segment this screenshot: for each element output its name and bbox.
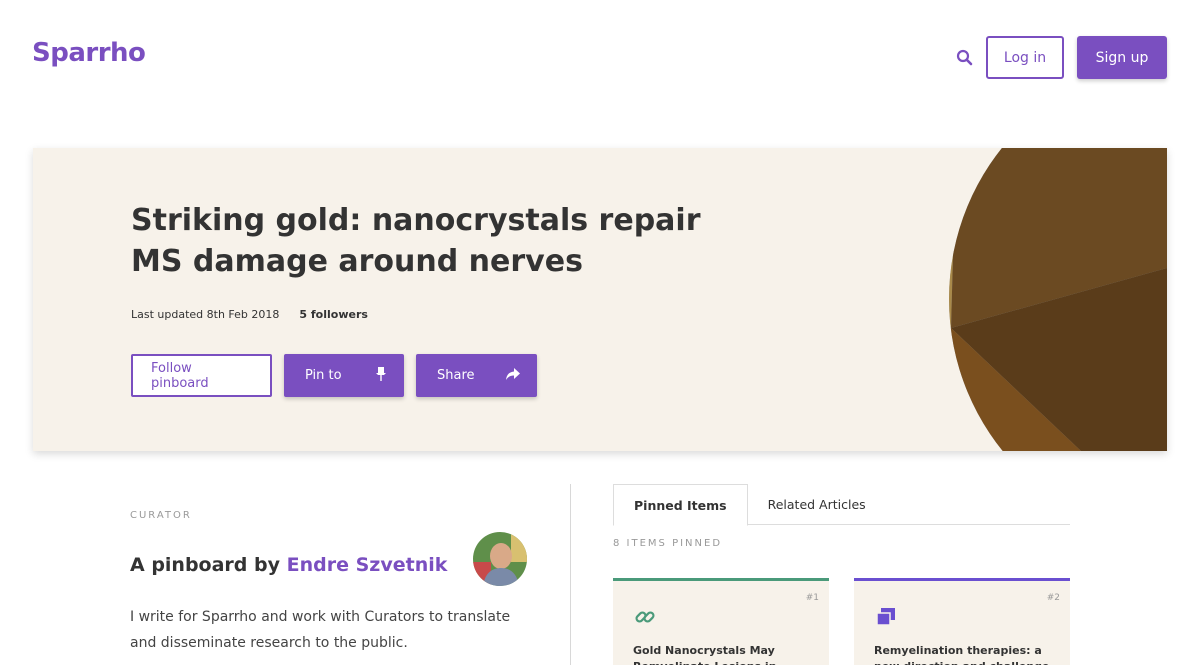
login-button[interactable]: Log in xyxy=(986,36,1064,79)
pages-icon xyxy=(874,605,898,629)
follow-pinboard-button[interactable]: Follow pinboard xyxy=(131,354,272,397)
curator-bio: I write for Sparrho and work with Curato… xyxy=(130,609,511,651)
curator-avatar[interactable] xyxy=(473,532,527,586)
pinboard-by-prefix: A pinboard by xyxy=(130,554,281,576)
curator-name-link[interactable]: Endre Szvetnik xyxy=(287,554,448,576)
items-pinned-count: 8 ITEMS PINNED xyxy=(613,538,723,549)
share-arrow-icon xyxy=(505,367,521,385)
top-navigation: Sparrho Log in Sign up xyxy=(0,0,1200,110)
pinboard-title: Striking gold: nanocrystals repair MS da… xyxy=(131,203,701,279)
hero-image xyxy=(791,148,1167,451)
share-label: Share xyxy=(437,368,475,383)
column-divider xyxy=(570,484,571,665)
tab-related-articles[interactable]: Related Articles xyxy=(748,484,886,525)
pinboard-actions: Follow pinboard Pin to Share xyxy=(131,354,537,397)
signup-button[interactable]: Sign up xyxy=(1077,36,1167,79)
sparrho-logo[interactable]: Sparrho xyxy=(32,38,146,68)
pinboard-tabs: Pinned Items Related Articles xyxy=(613,484,1070,526)
pinboard-author: A pinboard by Endre Szvetnik xyxy=(130,554,447,576)
share-button[interactable]: Share xyxy=(416,354,537,397)
pin-to-button[interactable]: Pin to xyxy=(284,354,404,397)
last-updated: Last updated 8th Feb 2018 xyxy=(131,308,280,321)
link-icon xyxy=(633,605,657,629)
item-title[interactable]: Remyelination therapies: a new direction… xyxy=(874,643,1050,665)
tab-pinned-items[interactable]: Pinned Items xyxy=(613,484,748,526)
pinboard-meta: Last updated 8th Feb 2018 5 followers xyxy=(131,308,368,321)
item-number: #2 xyxy=(1046,593,1060,603)
curator-section-label: CURATOR xyxy=(130,510,192,521)
search-icon[interactable] xyxy=(953,46,977,70)
pin-icon xyxy=(374,366,388,386)
followers-count[interactable]: 5 followers xyxy=(299,308,368,321)
pinned-item-card[interactable]: #1 Gold Nanocrystals May Remyelinate Les… xyxy=(613,578,829,665)
pin-to-label: Pin to xyxy=(305,368,342,383)
pinned-item-card[interactable]: #2 Remyelination therapies: a new direct… xyxy=(854,578,1070,665)
pinboard-hero: Striking gold: nanocrystals repair MS da… xyxy=(33,148,1167,451)
item-title[interactable]: Gold Nanocrystals May Remyelinate Lesion… xyxy=(633,643,809,665)
item-number: #1 xyxy=(805,593,819,603)
